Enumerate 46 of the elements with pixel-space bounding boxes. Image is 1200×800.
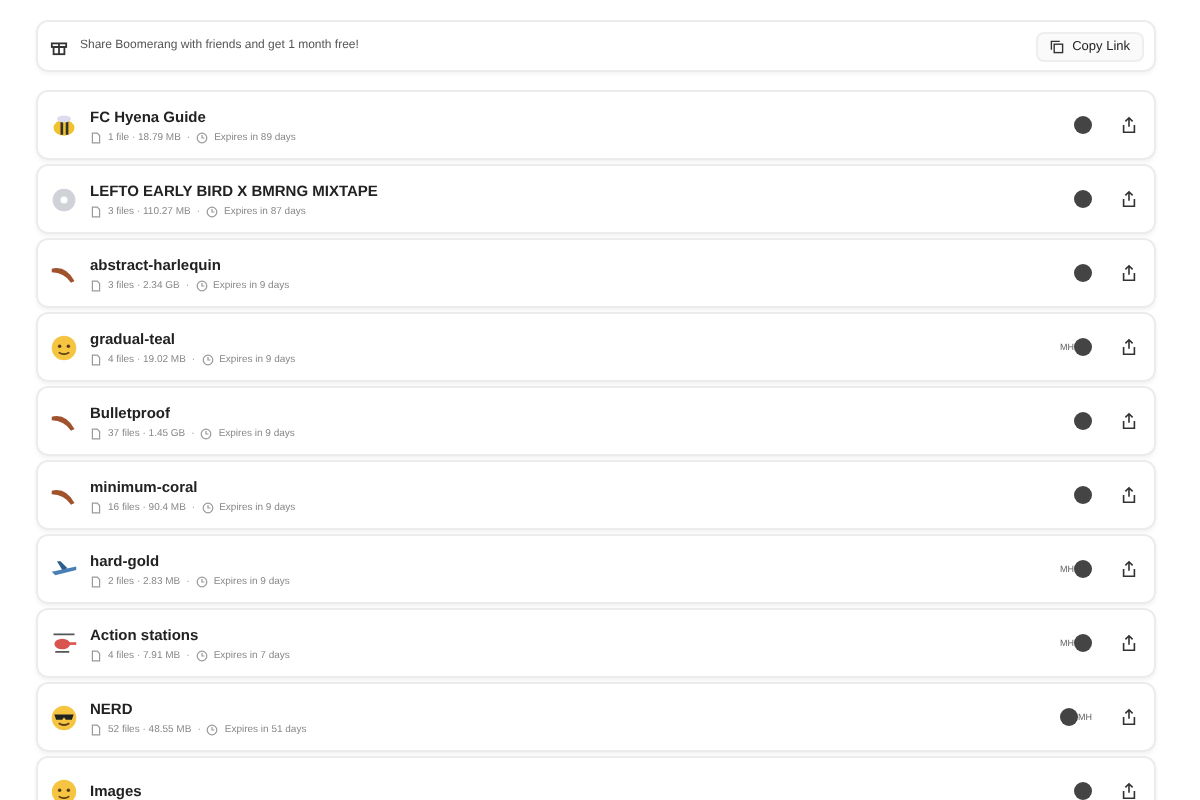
avatar-photo: [1074, 338, 1092, 356]
avatar-photo: [1074, 486, 1092, 504]
avatar-photo: [1074, 634, 1092, 652]
clock-icon: [206, 723, 219, 735]
share-button[interactable]: [1120, 782, 1138, 800]
avatar-photo: [1074, 560, 1092, 578]
avatar-photo: [1060, 708, 1078, 726]
face-icon: [50, 333, 78, 361]
clock-icon: [201, 353, 214, 365]
file-icon: [90, 649, 102, 661]
clock-icon: [196, 131, 209, 143]
share-button[interactable]: [1120, 412, 1138, 430]
share-button[interactable]: [1120, 708, 1138, 726]
sunglasses-face-icon: [50, 703, 78, 731]
avatar-photo: [1074, 264, 1092, 282]
disc-icon: [50, 185, 78, 213]
file-icon: [90, 723, 102, 735]
share-button[interactable]: [1120, 338, 1138, 356]
share-button[interactable]: [1120, 190, 1138, 208]
face-icon: [50, 777, 78, 800]
clock-icon: [195, 279, 208, 291]
clock-icon: [195, 575, 208, 587]
helicopter-icon: [50, 629, 78, 657]
share-button[interactable]: [1120, 486, 1138, 504]
file-icon: [90, 279, 102, 291]
avatar-photo: [1074, 412, 1092, 430]
clock-icon: [206, 205, 218, 217]
avatar-photo: [1074, 116, 1092, 134]
clock-icon: [201, 501, 214, 513]
avatar-photo: [1074, 782, 1092, 800]
file-icon: [90, 427, 102, 439]
share-button[interactable]: [1120, 116, 1138, 134]
share-button[interactable]: [1120, 264, 1138, 282]
file-icon: [90, 131, 102, 143]
clock-icon: [195, 649, 208, 661]
copy-icon: [1050, 39, 1065, 53]
bee-icon: [50, 111, 78, 139]
file-icon: [90, 205, 102, 217]
share-button[interactable]: [1120, 560, 1138, 578]
gift-icon: [50, 37, 68, 55]
file-icon: [90, 501, 102, 513]
share-button[interactable]: [1120, 634, 1138, 652]
avatar-photo: [1074, 190, 1092, 208]
clock-icon: [200, 427, 213, 439]
file-icon: [90, 353, 102, 365]
file-icon: [90, 575, 102, 587]
